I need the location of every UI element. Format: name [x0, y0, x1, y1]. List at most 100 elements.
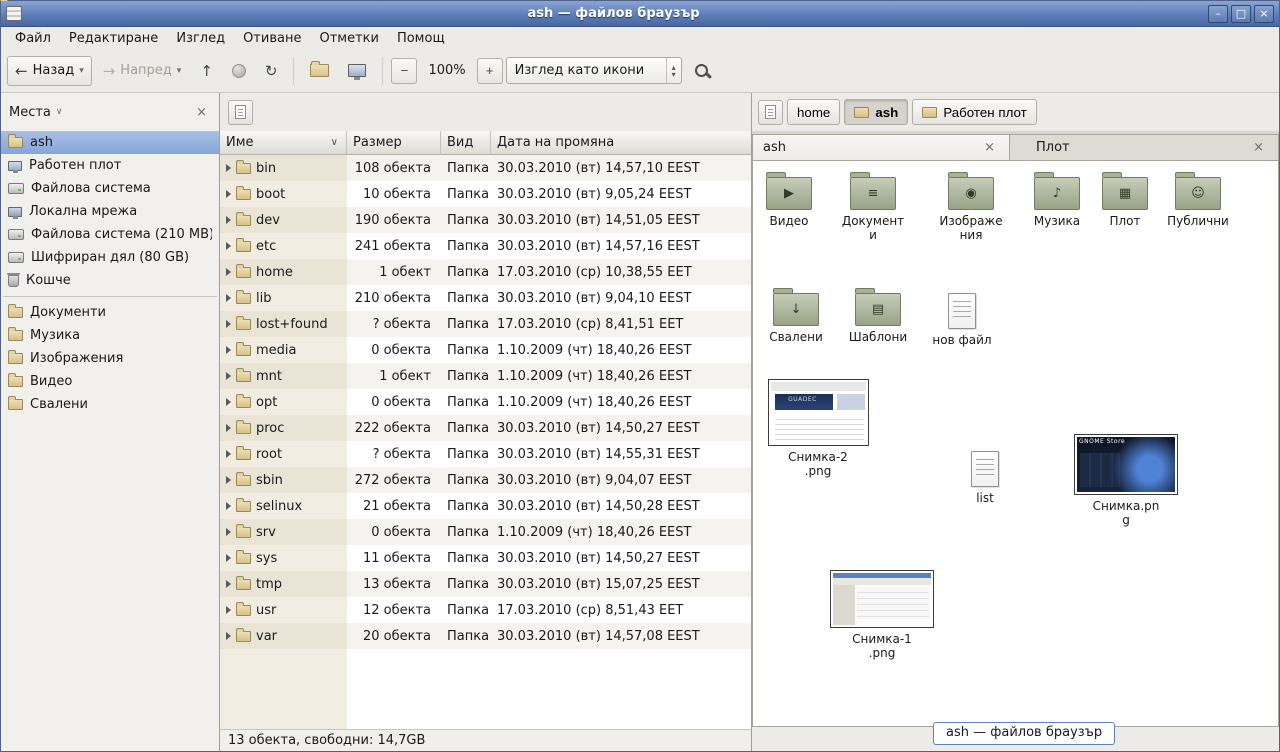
- image-item[interactable]: Снимка-1.png: [827, 570, 937, 660]
- table-row[interactable]: media 0 обекта Папка 1.10.2009 (чт) 18,4…: [220, 337, 751, 363]
- sidebar-item[interactable]: Работен плот: [1, 154, 219, 177]
- forward-dropdown-icon[interactable]: ▾: [177, 66, 182, 76]
- zoom-in-button[interactable]: +: [477, 58, 503, 84]
- expander-icon[interactable]: [226, 320, 231, 328]
- expander-icon[interactable]: [226, 372, 231, 380]
- file-item[interactable]: list: [949, 451, 1021, 505]
- expander-icon[interactable]: [226, 242, 231, 250]
- pathbar-scroll-button[interactable]: [758, 100, 783, 125]
- tab-plot[interactable]: Плот ×: [1010, 134, 1279, 160]
- sidebar-item[interactable]: Файлова система (210 MB): [1, 223, 219, 246]
- expander-icon[interactable]: [226, 632, 231, 640]
- image-item[interactable]: GNOME Store Снимка.png: [1071, 434, 1181, 527]
- table-row[interactable]: home 1 обект Папка 17.03.2010 (ср) 10,38…: [220, 259, 751, 285]
- table-row[interactable]: proc 222 обекта Папка 30.03.2010 (вт) 14…: [220, 415, 751, 441]
- tab-ash[interactable]: ash ×: [752, 134, 1010, 160]
- table-row[interactable]: sys 11 обекта Папка 30.03.2010 (вт) 14,5…: [220, 545, 751, 571]
- up-button[interactable]: ↑: [192, 56, 221, 86]
- table-row[interactable]: srv 0 обекта Папка 1.10.2009 (чт) 18,40,…: [220, 519, 751, 545]
- table-row[interactable]: var 20 обекта Папка 30.03.2010 (вт) 14,5…: [220, 623, 751, 649]
- menu-item[interactable]: Отиване: [235, 29, 309, 48]
- menu-item[interactable]: Изглед: [168, 29, 233, 48]
- menu-item[interactable]: Помощ: [389, 29, 453, 48]
- expander-icon[interactable]: [226, 164, 231, 172]
- table-row[interactable]: mnt 1 обект Папка 1.10.2009 (чт) 18,40,2…: [220, 363, 751, 389]
- table-row[interactable]: sbin 272 обекта Папка 30.03.2010 (вт) 9,…: [220, 467, 751, 493]
- sidebar-item[interactable]: Музика: [1, 324, 219, 347]
- sidebar-item[interactable]: ash: [1, 131, 219, 154]
- expander-icon[interactable]: [226, 424, 231, 432]
- column-header-date[interactable]: Дата на промяна: [491, 131, 751, 155]
- expander-icon[interactable]: [226, 502, 231, 510]
- image-item[interactable]: GUADEC Снимка-2.png: [763, 379, 873, 478]
- table-row[interactable]: bin 108 обекта Папка 30.03.2010 (вт) 14,…: [220, 155, 751, 181]
- zoom-out-button[interactable]: −: [391, 58, 417, 84]
- back-button[interactable]: ← Назад ▾: [7, 56, 92, 86]
- folder-item[interactable]: ☺ Публични: [1162, 177, 1234, 228]
- folder-item[interactable]: ≡ Документи: [837, 177, 909, 242]
- table-row[interactable]: lib 210 обекта Папка 30.03.2010 (вт) 9,0…: [220, 285, 751, 311]
- expander-icon[interactable]: [226, 190, 231, 198]
- forward-button[interactable]: → Напред ▾: [95, 56, 190, 86]
- table-row[interactable]: opt 0 обекта Папка 1.10.2009 (чт) 18,40,…: [220, 389, 751, 415]
- folder-item[interactable]: ◉ Изображения: [935, 177, 1007, 242]
- table-row[interactable]: dev 190 обекта Папка 30.03.2010 (вт) 14,…: [220, 207, 751, 233]
- menu-item[interactable]: Редактиране: [61, 29, 166, 48]
- view-mode-select[interactable]: Изглед като икони ▴▾: [506, 57, 682, 84]
- table-row[interactable]: root ? обекта Папка 30.03.2010 (вт) 14,5…: [220, 441, 751, 467]
- sidebar-item[interactable]: Файлова система: [1, 177, 219, 200]
- expander-icon[interactable]: [226, 398, 231, 406]
- sidebar-item[interactable]: Видео: [1, 370, 219, 393]
- table-row[interactable]: boot 10 обекта Папка 30.03.2010 (вт) 9,0…: [220, 181, 751, 207]
- expander-icon[interactable]: [226, 216, 231, 224]
- column-header-name[interactable]: Име ∨: [220, 131, 347, 155]
- expander-icon[interactable]: [226, 476, 231, 484]
- sidebar-item[interactable]: Кошче: [1, 269, 219, 292]
- folder-item[interactable]: ♪ Музика: [1021, 177, 1093, 228]
- expander-icon[interactable]: [226, 528, 231, 536]
- menu-item[interactable]: Отметки: [311, 29, 386, 48]
- maximize-button[interactable]: □: [1231, 5, 1251, 23]
- sidebar-item[interactable]: Шифриран дял (80 GB): [1, 246, 219, 269]
- column-header-type[interactable]: Вид: [441, 131, 491, 155]
- places-dropdown-icon[interactable]: ∨: [56, 107, 63, 117]
- sidebar-item[interactable]: Свалени: [1, 393, 219, 416]
- table-row[interactable]: selinux 21 обекта Папка 30.03.2010 (вт) …: [220, 493, 751, 519]
- table-row[interactable]: usr 12 обекта Папка 17.03.2010 (ср) 8,51…: [220, 597, 751, 623]
- expander-icon[interactable]: [226, 606, 231, 614]
- sidebar-item[interactable]: Локална мрежа: [1, 200, 219, 223]
- close-button[interactable]: ×: [1254, 5, 1274, 23]
- table-row[interactable]: lost+found ? обекта Папка 17.03.2010 (ср…: [220, 311, 751, 337]
- expander-icon[interactable]: [226, 294, 231, 302]
- expander-icon[interactable]: [226, 268, 231, 276]
- pathbar-button[interactable]: Работен плот: [912, 99, 1036, 125]
- folder-item[interactable]: ▦ Плот: [1089, 177, 1161, 228]
- column-header-size[interactable]: Размер: [347, 131, 441, 155]
- expander-icon[interactable]: [226, 554, 231, 562]
- expander-icon[interactable]: [226, 580, 231, 588]
- home-button[interactable]: [302, 56, 337, 86]
- tab-close-icon[interactable]: ×: [980, 140, 999, 155]
- combo-spinner-icon[interactable]: ▴▾: [666, 58, 681, 83]
- icon-view[interactable]: ▶ Видео ≡ Документи ◉ Изображения ♪ Музи…: [752, 161, 1279, 727]
- sidebar-item[interactable]: Документи: [1, 301, 219, 324]
- titlebar[interactable]: ash — файлов браузър – □ ×: [1, 1, 1279, 27]
- computer-button[interactable]: [340, 56, 374, 86]
- search-button[interactable]: [685, 55, 719, 87]
- file-item[interactable]: нов файл: [926, 293, 998, 347]
- table-row[interactable]: tmp 13 обекта Папка 30.03.2010 (вт) 15,0…: [220, 571, 751, 597]
- minimize-button[interactable]: –: [1208, 5, 1228, 23]
- expander-icon[interactable]: [226, 346, 231, 354]
- pathbar-button[interactable]: ash: [844, 99, 908, 125]
- places-close-icon[interactable]: ×: [192, 105, 211, 120]
- sidebar-item[interactable]: Изображения: [1, 347, 219, 370]
- tab-close-icon[interactable]: ×: [1249, 140, 1268, 155]
- pathbar-button[interactable]: home: [787, 99, 840, 125]
- menu-item[interactable]: Файл: [7, 29, 59, 48]
- expander-icon[interactable]: [226, 450, 231, 458]
- stop-button[interactable]: [224, 56, 254, 86]
- reload-button[interactable]: ↻: [257, 56, 286, 86]
- pane-location-button[interactable]: [228, 100, 253, 125]
- folder-item[interactable]: ↓ Свалени: [760, 293, 832, 344]
- table-row[interactable]: etc 241 обекта Папка 30.03.2010 (вт) 14,…: [220, 233, 751, 259]
